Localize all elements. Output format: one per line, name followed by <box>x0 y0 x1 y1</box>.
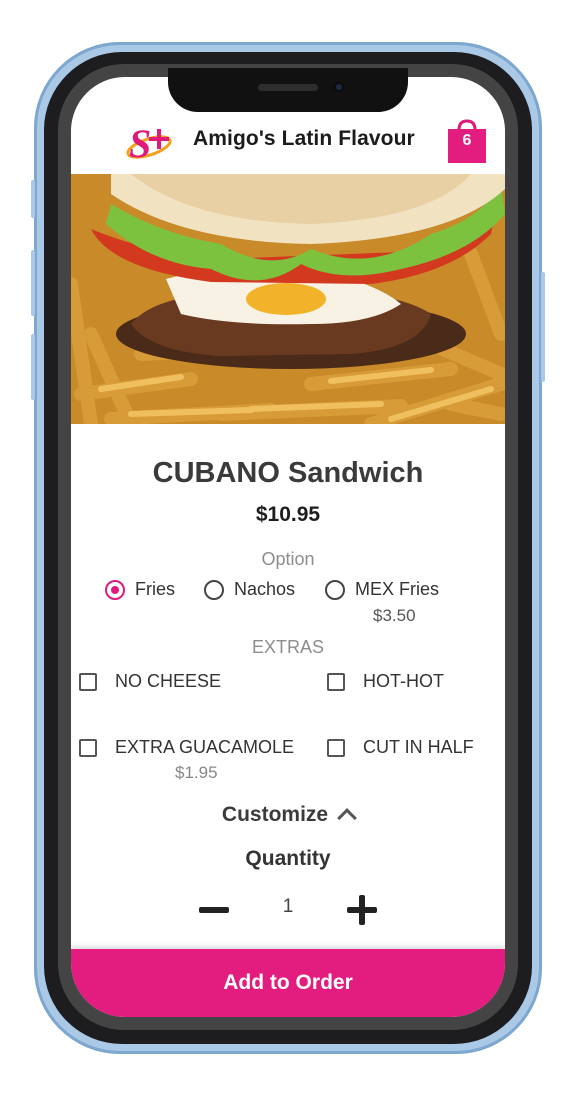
plus-icon[interactable] <box>347 895 377 925</box>
customize-label: Customize <box>221 803 329 826</box>
volume-up-button <box>31 250 35 316</box>
checkbox-icon[interactable] <box>79 738 97 757</box>
option-label: MEX Fries <box>355 579 440 599</box>
extra-label: CUT IN HALF <box>363 737 474 757</box>
extra-guacamole[interactable]: EXTRA GUACAMOLE <box>79 737 294 758</box>
cart-button[interactable]: 6 <box>445 119 489 163</box>
extras-section-label: EXTRAS <box>251 637 325 657</box>
extra-cut-in-half[interactable]: CUT IN HALF <box>327 737 474 758</box>
product-price: $10.95 <box>255 503 321 526</box>
volume-down-button <box>31 334 35 400</box>
option-label: Nachos <box>234 579 296 599</box>
app-screen: S Amigo's Latin Flavour 6 CUBANO Sandwic… <box>71 77 505 1017</box>
power-button <box>541 272 545 382</box>
radio-selected-icon[interactable] <box>105 579 125 600</box>
extra-no-cheese[interactable]: NO CHEESE <box>79 671 221 692</box>
option-mex-fries[interactable]: MEX Fries <box>325 579 439 600</box>
amigos-logo-icon[interactable]: S <box>125 119 177 167</box>
extra-label: EXTRA GUACAMOLE <box>115 737 295 757</box>
extra-label: NO CHEESE <box>115 671 222 691</box>
chevron-up-icon <box>337 808 357 828</box>
app-header: S Amigo's Latin Flavour 6 <box>71 117 505 174</box>
option-nachos[interactable]: Nachos <box>204 579 295 600</box>
earpiece-speaker <box>258 84 318 91</box>
checkbox-icon[interactable] <box>327 672 345 691</box>
cart-count-badge: 6 <box>462 132 472 149</box>
quantity-value: 1 <box>282 896 294 917</box>
checkbox-icon[interactable] <box>79 672 97 691</box>
extra-price: $1.95 <box>175 763 218 782</box>
quantity-label: Quantity <box>245 847 331 870</box>
option-label: Fries <box>135 579 175 599</box>
extra-label: HOT-HOT <box>363 671 444 691</box>
checkbox-icon[interactable] <box>327 738 345 757</box>
option-section-label: Option <box>261 549 315 569</box>
brand-name: Amigo's Latin Flavour <box>193 127 415 150</box>
product-title: CUBANO Sandwich <box>152 457 424 489</box>
minus-icon[interactable] <box>199 895 229 925</box>
option-price: $3.50 <box>373 606 416 625</box>
add-to-order-button[interactable]: Add to Order <box>71 949 505 1017</box>
customize-toggle[interactable]: Customize <box>71 803 505 828</box>
radio-icon[interactable] <box>204 579 224 600</box>
front-camera <box>333 81 345 93</box>
option-fries[interactable]: Fries <box>105 579 175 600</box>
svg-text:S: S <box>129 121 151 166</box>
radio-icon[interactable] <box>325 579 345 600</box>
extra-hot-hot[interactable]: HOT-HOT <box>327 671 444 692</box>
product-photo <box>71 174 505 424</box>
mute-switch <box>31 180 35 218</box>
